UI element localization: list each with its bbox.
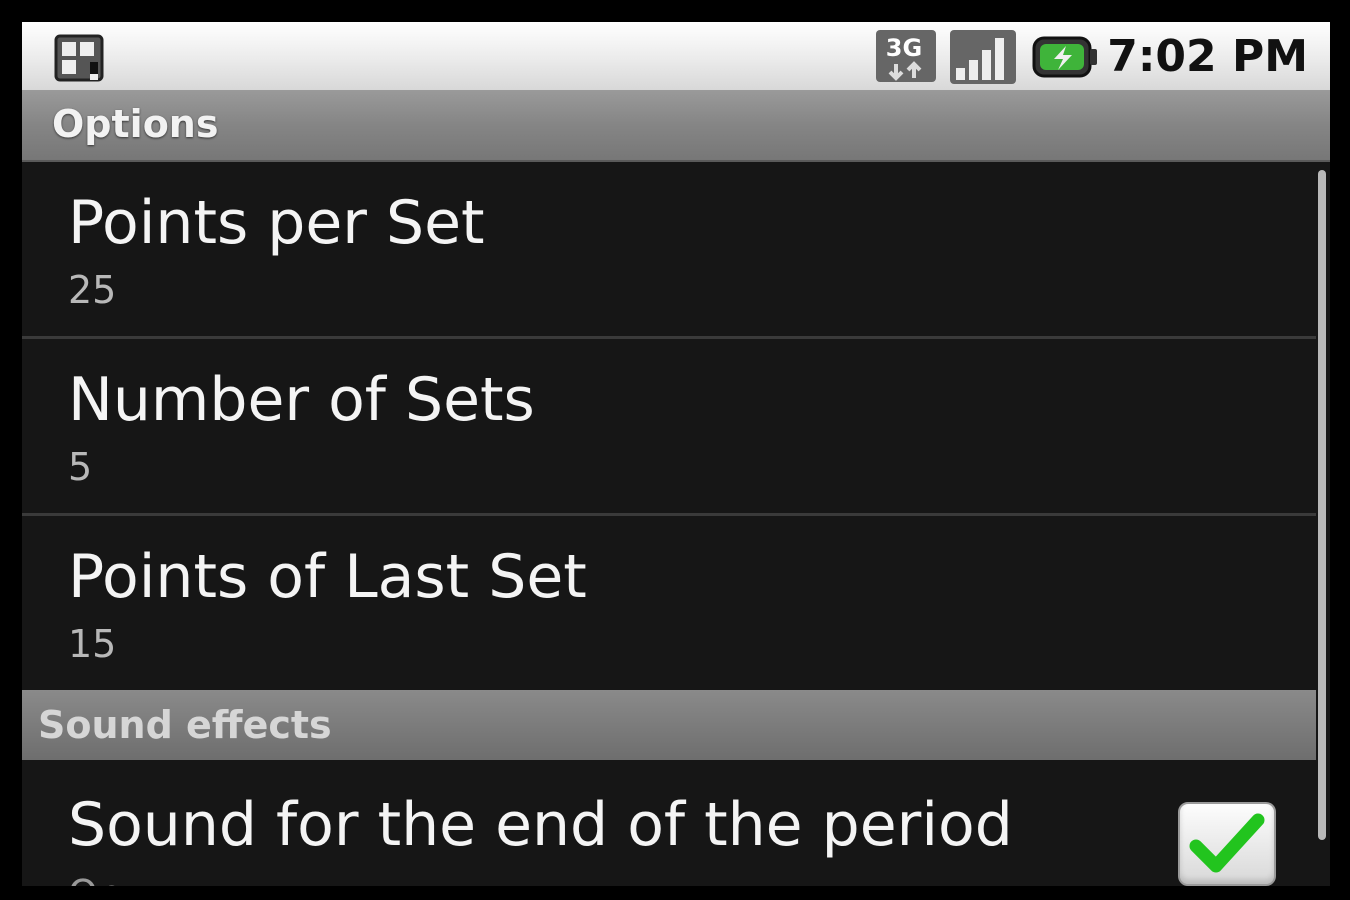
sound-checkbox[interactable] <box>1178 802 1276 886</box>
pref-title: Points per Set <box>68 188 485 258</box>
title-bar: Options <box>22 90 1330 162</box>
pref-sound-end-of-period[interactable]: Sound for the end of the period On <box>22 760 1316 886</box>
checkmark-icon <box>1189 813 1265 873</box>
pref-title: Number of Sets <box>68 365 535 435</box>
pref-summary: 15 <box>68 622 117 666</box>
pref-summary: 25 <box>68 268 117 312</box>
signal-strength-icon <box>950 30 1016 84</box>
status-bar: 3G 7:02 PM <box>22 22 1330 90</box>
android-screen: 3G 7:02 PM Options Points per Set 25 Num… <box>22 22 1330 886</box>
pref-summary: 5 <box>68 445 93 489</box>
category-label: Sound effects <box>38 703 332 747</box>
network-3g-icon: 3G <box>876 30 936 82</box>
pref-points-of-last-set[interactable]: Points of Last Set 15 <box>22 516 1316 690</box>
preference-list: Points per Set 25 Number of Sets 5 Point… <box>22 162 1316 886</box>
scrollbar[interactable] <box>1318 170 1326 840</box>
pref-title: Points of Last Set <box>68 542 587 612</box>
pref-number-of-sets[interactable]: Number of Sets 5 <box>22 339 1316 516</box>
status-clock: 7:02 PM <box>1107 31 1308 82</box>
category-sound-effects: Sound effects <box>22 690 1316 760</box>
pref-title: Sound for the end of the period <box>68 790 1013 860</box>
svg-text:3G: 3G <box>886 34 922 62</box>
pref-points-per-set[interactable]: Points per Set 25 <box>22 162 1316 339</box>
battery-charging-icon <box>1032 36 1097 78</box>
page-title: Options <box>52 102 219 146</box>
pref-summary: On <box>68 872 122 886</box>
sd-card-icon <box>54 34 104 82</box>
